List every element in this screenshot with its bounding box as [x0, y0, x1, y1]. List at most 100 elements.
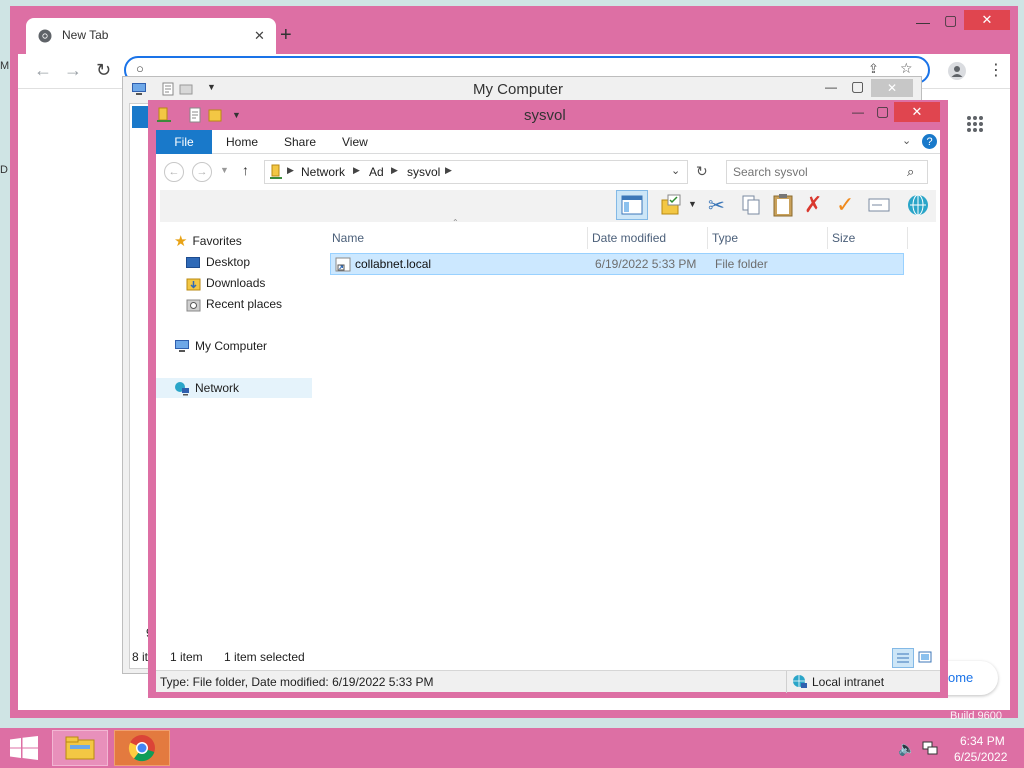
preview-pane-icon[interactable] — [616, 190, 648, 220]
network-folder-icon — [156, 107, 172, 123]
windows-start-icon[interactable] — [10, 736, 38, 760]
search-magnifier-icon[interactable]: ⌕ — [907, 164, 914, 180]
nav-recent-places[interactable]: Recent places — [186, 294, 282, 314]
tab-share[interactable]: Share — [284, 130, 316, 154]
column-header-type[interactable]: Type — [708, 227, 828, 249]
status-fragment: 8 it — [132, 650, 149, 664]
computer-icon — [174, 339, 190, 353]
cut-scissors-icon[interactable]: ✂ — [708, 193, 725, 218]
file-row[interactable]: collabnet.local 6/19/2022 5:33 PM File f… — [330, 253, 904, 275]
nav-desktop[interactable]: Desktop — [186, 252, 250, 272]
details-divider — [786, 671, 787, 693]
quick-access-new-folder-icon[interactable] — [208, 107, 222, 123]
tab-file[interactable]: File — [156, 130, 212, 154]
taskbar-file-explorer-button[interactable] — [52, 730, 108, 766]
refresh-icon[interactable]: ↻ — [696, 163, 708, 180]
tab-home[interactable]: Home — [226, 130, 258, 154]
quick-access-properties-icon[interactable] — [188, 107, 202, 123]
ribbon-expand-chevron-icon[interactable]: ⌄ — [902, 134, 911, 147]
close-icon[interactable]: ✕ — [871, 79, 913, 97]
reload-icon[interactable]: ↻ — [96, 60, 111, 81]
copy-icon[interactable] — [740, 194, 762, 216]
quick-access-properties-icon[interactable] — [161, 82, 175, 96]
minimize-icon[interactable]: — — [825, 80, 837, 94]
computer-icon — [131, 82, 147, 96]
browser-tab[interactable]: New Tab ✕ — [26, 18, 276, 54]
back-arrow-icon[interactable]: ← — [164, 162, 184, 182]
column-header-date-modified[interactable]: Date modified — [588, 227, 708, 249]
breadcrumb-network[interactable]: Network — [301, 165, 345, 179]
nav-favorites[interactable]: ★ Favorites — [174, 231, 242, 251]
ribbon-tab-bar: File Home Share View ⌄ ? — [156, 130, 940, 154]
breadcrumb-separator-icon[interactable]: ▶ — [391, 165, 398, 176]
chrome-icon — [128, 734, 156, 762]
volume-muted-icon[interactable]: 🔈 — [898, 740, 915, 757]
details-bar: Type: File folder, Date modified: 6/19/2… — [156, 670, 940, 693]
close-icon[interactable]: ✕ — [964, 10, 1010, 30]
maximize-icon[interactable]: ▢ — [851, 78, 864, 95]
desktop-icon — [186, 256, 200, 268]
network-icon — [174, 381, 190, 396]
nav-downloads[interactable]: Downloads — [186, 273, 265, 293]
close-icon[interactable]: ✕ — [894, 102, 940, 122]
taskbar-chrome-button[interactable] — [114, 730, 170, 766]
breadcrumb-separator-icon[interactable]: ▶ — [353, 165, 360, 176]
tab-view[interactable]: View — [342, 130, 368, 154]
rename-icon[interactable] — [868, 196, 890, 214]
menu-kebab-icon[interactable]: ⋮ — [988, 60, 1004, 80]
profile-avatar-icon[interactable] — [948, 62, 966, 80]
nav-label: Desktop — [206, 255, 251, 269]
forward-arrow-icon[interactable]: → — [64, 60, 82, 81]
address-dropdown-chevron-icon[interactable]: ⌄ — [671, 164, 680, 177]
search-input[interactable] — [733, 164, 899, 180]
network-globe-icon[interactable] — [906, 193, 930, 217]
share-icon[interactable]: ⇪ — [868, 61, 879, 77]
bookmark-star-icon[interactable]: ☆ — [900, 60, 913, 77]
clock-time[interactable]: 6:34 PM — [960, 734, 1005, 748]
maximize-icon[interactable]: ▢ — [944, 12, 957, 29]
forward-arrow-icon[interactable]: → — [192, 162, 212, 182]
downloads-folder-icon — [186, 276, 201, 291]
search-box[interactable]: ⌕ — [726, 160, 928, 184]
details-view-icon[interactable] — [892, 648, 914, 668]
help-icon[interactable]: ? — [922, 134, 937, 149]
folder-options-dropdown-icon[interactable]: ▼ — [688, 199, 697, 209]
quick-access-folder-icon[interactable] — [179, 82, 193, 96]
clock-date[interactable]: 6/25/2022 — [954, 750, 1007, 764]
address-bar[interactable]: ▶ Network ▶ Ad ▶ sysvol ▶ ⌄ — [264, 160, 688, 184]
paste-clipboard-icon[interactable] — [772, 193, 794, 217]
column-header-size[interactable]: Size — [828, 227, 908, 249]
breadcrumb-separator-icon[interactable]: ▶ — [445, 165, 452, 176]
sysvol-titlebar: ▼ sysvol — ▢ ✕ — [148, 100, 948, 130]
customize-button-label: ome — [948, 670, 974, 685]
tab-title: New Tab — [62, 28, 109, 42]
breadcrumb-sysvol[interactable]: sysvol — [407, 165, 440, 179]
quick-access-dropdown-icon[interactable]: ▼ — [207, 82, 216, 92]
back-arrow-icon[interactable]: ← — [34, 60, 52, 81]
chrome-favicon-icon — [38, 29, 52, 43]
network-tray-icon[interactable] — [922, 740, 938, 756]
search-icon: ○ — [136, 61, 144, 76]
minimize-icon[interactable]: — — [852, 105, 864, 119]
recent-locations-dropdown-icon[interactable]: ▼ — [220, 165, 229, 175]
nav-label: Downloads — [206, 276, 266, 290]
nav-network[interactable]: Network — [174, 378, 239, 398]
folder-options-icon[interactable] — [660, 194, 684, 216]
quick-access-dropdown-icon[interactable]: ▼ — [232, 110, 241, 120]
maximize-icon[interactable]: ▢ — [876, 103, 889, 120]
apps-grid-icon[interactable] — [966, 115, 984, 133]
minimize-icon[interactable]: — — [916, 14, 930, 30]
file-type: File folder — [715, 257, 768, 271]
nav-my-computer[interactable]: My Computer — [174, 336, 267, 356]
column-header-name[interactable]: Name — [328, 227, 588, 249]
selected-count: 1 item selected — [224, 650, 305, 664]
new-tab-plus-icon[interactable]: + — [280, 24, 292, 47]
breadcrumb-separator-icon[interactable]: ▶ — [287, 165, 294, 176]
delete-x-icon[interactable]: ✗ — [804, 192, 822, 218]
up-arrow-icon[interactable]: ↑ — [242, 162, 249, 178]
large-icons-view-icon[interactable] — [918, 650, 932, 664]
breadcrumb-ad[interactable]: Ad — [369, 165, 384, 179]
item-count: 1 item — [170, 650, 203, 664]
properties-check-icon[interactable]: ✓ — [836, 192, 854, 218]
tab-close-icon[interactable]: ✕ — [254, 28, 265, 44]
